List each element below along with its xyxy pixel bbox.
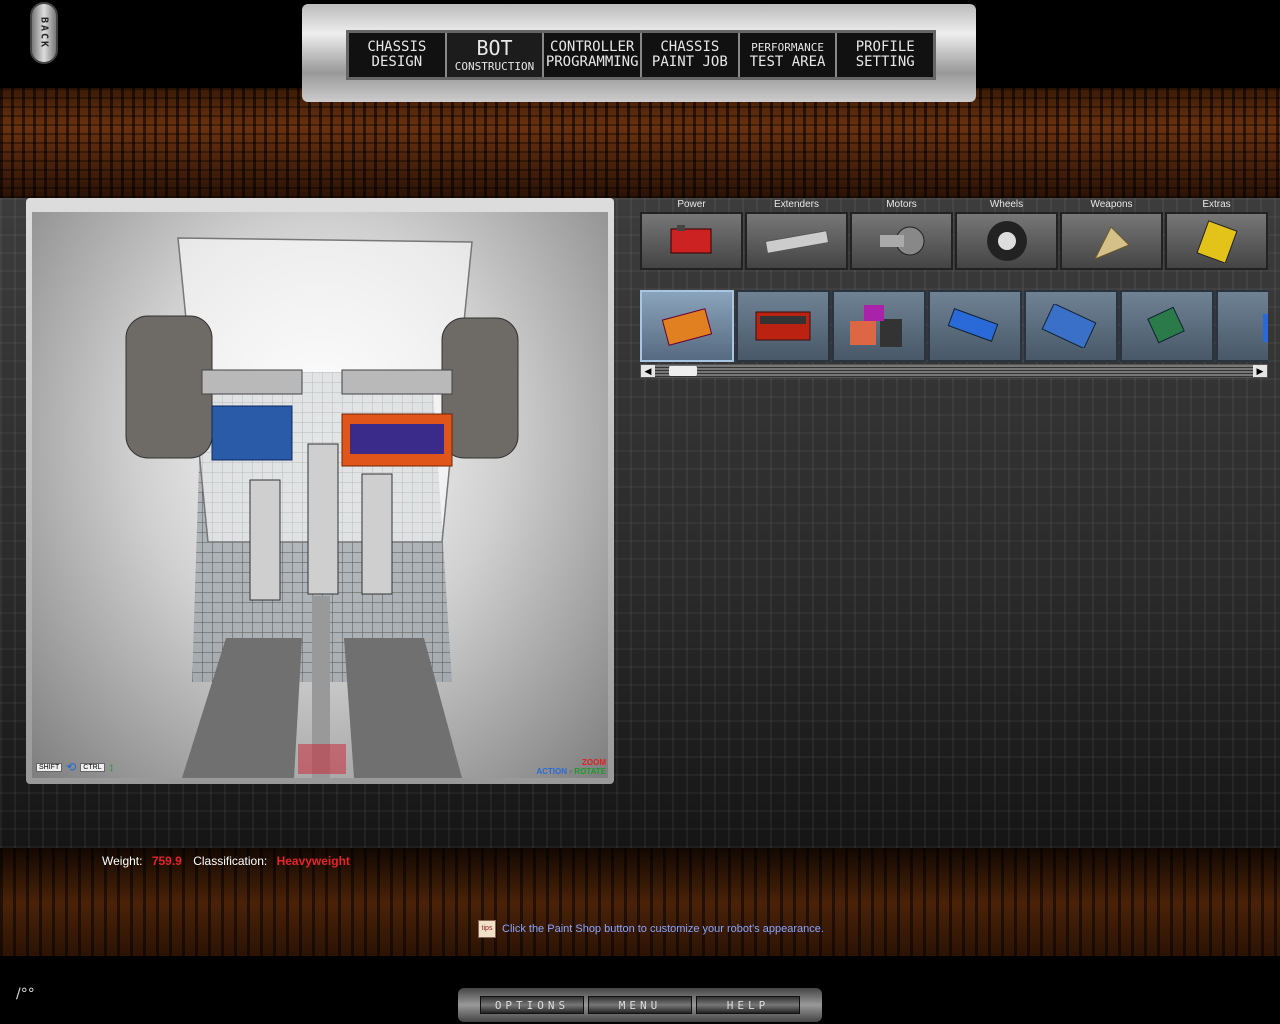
- scroll-right-arrow-icon[interactable]: ▶: [1253, 365, 1267, 377]
- nav-tab-line2: DESIGN: [371, 54, 423, 70]
- vertical-move-icon: ↕: [108, 760, 115, 774]
- rotate-hint: ROTATE: [574, 767, 606, 776]
- scroll-thumb[interactable]: [669, 366, 697, 376]
- nav-tab-line1: BOT: [476, 35, 513, 60]
- shift-key-hint: SHIFT: [36, 762, 63, 772]
- classification-label: Classification:: [193, 854, 268, 868]
- nav-tab-line2: PAINT JOB: [651, 54, 728, 70]
- robot-status: Weight: 759.9 Classification: Heavyweigh…: [102, 854, 358, 868]
- nav-tab-line1: CONTROLLER: [550, 39, 635, 55]
- top-nav: CHASSIS DESIGN BOT CONSTRUCTION CONTROLLER PR…: [302, 4, 976, 102]
- category-label: Extenders: [773, 199, 820, 210]
- extras-icon[interactable]: [1165, 212, 1268, 270]
- nav-tab-line2: CONSTRUCTION: [454, 59, 535, 73]
- extender-bar-icon[interactable]: [745, 212, 848, 270]
- help-button[interactable]: HELP: [696, 996, 800, 1014]
- category-tab-extenders[interactable]: Extenders: [745, 198, 848, 270]
- scroll-track[interactable]: [655, 365, 1253, 377]
- classification-value: Heavyweight: [276, 854, 350, 868]
- parts-strip: [640, 290, 1268, 362]
- category-label: Extras: [1202, 199, 1231, 210]
- orange-battery-pack-icon[interactable]: [640, 290, 734, 362]
- nav-tab-line1: PERFORMANCE: [751, 41, 824, 54]
- rotate-arrow-icon: ⟲: [66, 760, 77, 774]
- camera-hint-right: ZOOM ACTION ▫ ROTATE: [536, 758, 606, 776]
- category-label: Weapons: [1090, 199, 1133, 210]
- category-tab-motors[interactable]: Motors: [850, 198, 953, 270]
- mouse-icon: ▫: [569, 767, 573, 776]
- nav-tab-line1: CHASSIS: [660, 39, 720, 55]
- tip-text: Click the Paint Shop button to customize…: [502, 923, 824, 935]
- corner-logo-icon: /°°: [16, 986, 35, 1002]
- part-category-tabs: Power Extenders Motors Wheels Weapons Extras: [640, 198, 1268, 270]
- weapon-blade-icon[interactable]: [1060, 212, 1163, 270]
- back-button[interactable]: BACK: [30, 2, 58, 64]
- blue-battery-icon[interactable]: [928, 290, 1022, 362]
- scroll-left-arrow-icon[interactable]: ◀: [641, 365, 655, 377]
- nav-tab-controller[interactable]: CONTROLLER PROGRAMMING: [544, 33, 643, 77]
- robot-model[interactable]: [32, 212, 608, 778]
- category-tab-wheels[interactable]: Wheels: [955, 198, 1058, 270]
- weight-label: Weight:: [102, 854, 143, 868]
- category-tab-weapons[interactable]: Weapons: [1060, 198, 1163, 270]
- partial-part-icon[interactable]: [1216, 290, 1268, 362]
- nav-tab-chassis[interactable]: CHASSIS DESIGN: [349, 33, 447, 77]
- robot-preview-screen[interactable]: SHIFT ⟲ CTRL ↕ ZOOM ACTION ▫ ROTATE: [32, 212, 608, 778]
- battery-icon[interactable]: [640, 212, 743, 270]
- nav-tab-line1: CHASSIS: [367, 39, 427, 55]
- action-hint: ACTION: [536, 767, 567, 776]
- rust-banner: [0, 88, 1280, 198]
- top-nav-rail: CHASSIS DESIGN BOT CONSTRUCTION CONTROLLER PR…: [346, 30, 936, 80]
- category-label: Wheels: [989, 199, 1024, 210]
- nav-tab-chassis[interactable]: CHASSIS PAINT JOB: [642, 33, 740, 77]
- nav-tab-line2: SETTING: [855, 54, 915, 70]
- nav-tab-line1: PROFILE: [855, 39, 915, 55]
- circuit-board-icon[interactable]: [1120, 290, 1214, 362]
- options-button[interactable]: OPTIONS: [480, 996, 584, 1014]
- weight-value: 759.9: [151, 854, 182, 868]
- motor-icon[interactable]: [850, 212, 953, 270]
- category-tab-extras[interactable]: Extras: [1165, 198, 1268, 270]
- wheel-icon[interactable]: [955, 212, 1058, 270]
- robot-viewport[interactable]: SHIFT ⟲ CTRL ↕ ZOOM ACTION ▫ ROTATE: [26, 198, 614, 784]
- category-tab-power[interactable]: Power: [640, 198, 743, 270]
- red-battery-icon[interactable]: [736, 290, 830, 362]
- category-label: Motors: [886, 199, 917, 210]
- back-label: BACK: [38, 16, 50, 50]
- battery-set-icon[interactable]: [832, 290, 926, 362]
- nav-tab-profile[interactable]: PROFILE SETTING: [837, 33, 933, 77]
- tips-icon: tips: [478, 920, 496, 938]
- nav-tab-bot[interactable]: BOT CONSTRUCTION: [446, 33, 545, 77]
- menu-button[interactable]: MENU: [588, 996, 692, 1014]
- tip-bar: tips Click the Paint Shop button to cust…: [478, 920, 824, 938]
- blue-controller-icon[interactable]: [1024, 290, 1118, 362]
- nav-tab-line2: TEST AREA: [749, 54, 826, 70]
- camera-hint-left: SHIFT ⟲ CTRL ↕: [36, 760, 115, 774]
- zoom-hint: ZOOM: [582, 758, 606, 767]
- nav-tab-performance[interactable]: PERFORMANCE TEST AREA: [740, 33, 838, 77]
- nav-tab-line2: PROGRAMMING: [545, 54, 639, 70]
- parts-scrollbar[interactable]: ◀ ▶: [640, 364, 1268, 378]
- ctrl-key-hint: CTRL: [80, 762, 105, 772]
- bottom-nav: OPTIONS MENU HELP: [458, 988, 822, 1022]
- category-label: Power: [677, 199, 706, 210]
